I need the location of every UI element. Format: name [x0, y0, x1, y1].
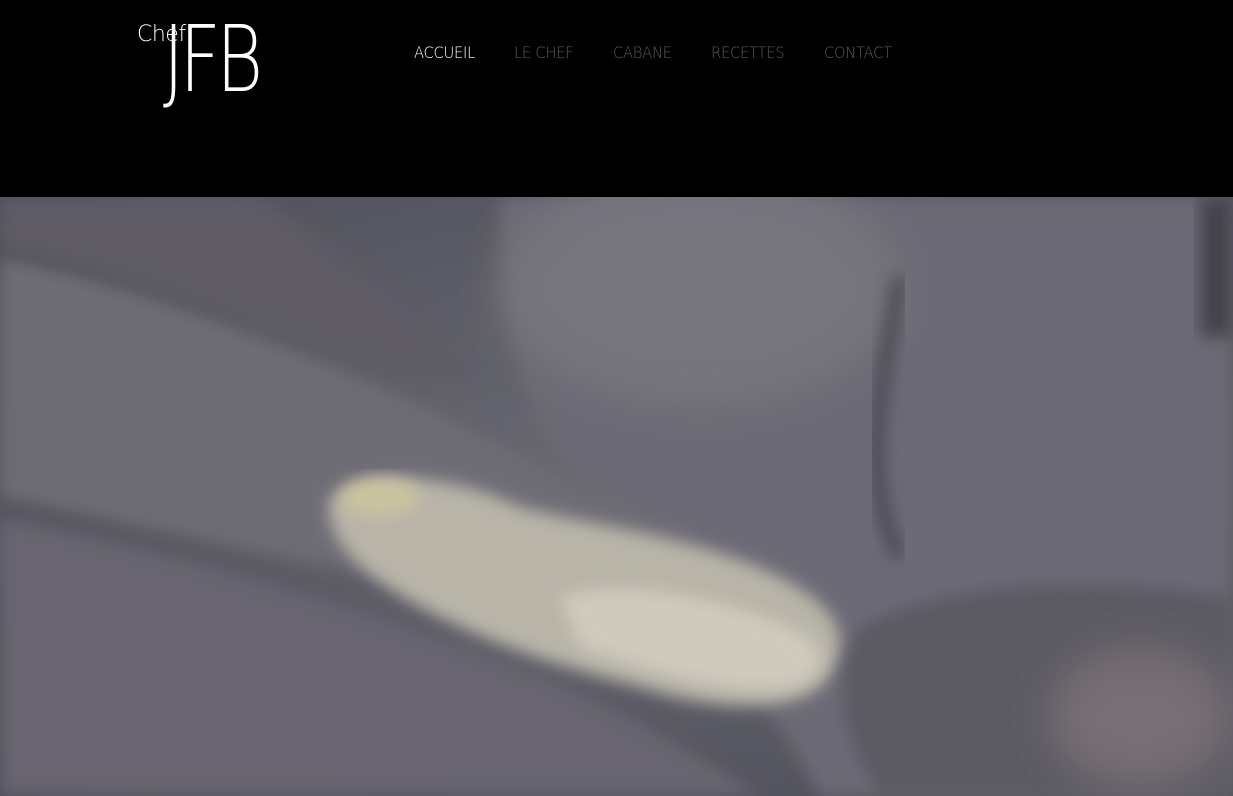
logo-jfb-text: JFB — [163, 6, 263, 113]
site-header: Chef JFB ACCUEIL LE CHEF CABANE RECETTES… — [0, 0, 1233, 197]
nav-item-cabane[interactable]: CABANE — [613, 43, 672, 62]
nav-item-contact[interactable]: CONTACT — [824, 43, 892, 62]
hero-image-hands-kneading-dough — [0, 197, 1233, 796]
nav-item-recettes[interactable]: RECETTES — [711, 43, 785, 62]
hero-video — [0, 197, 1233, 796]
nav-item-accueil[interactable]: ACCUEIL — [414, 43, 475, 62]
site-logo[interactable]: Chef JFB — [137, 14, 317, 138]
main-nav: ACCUEIL LE CHEF CABANE RECETTES CONTACT — [414, 43, 932, 62]
nav-item-le-chef[interactable]: LE CHEF — [514, 43, 574, 62]
